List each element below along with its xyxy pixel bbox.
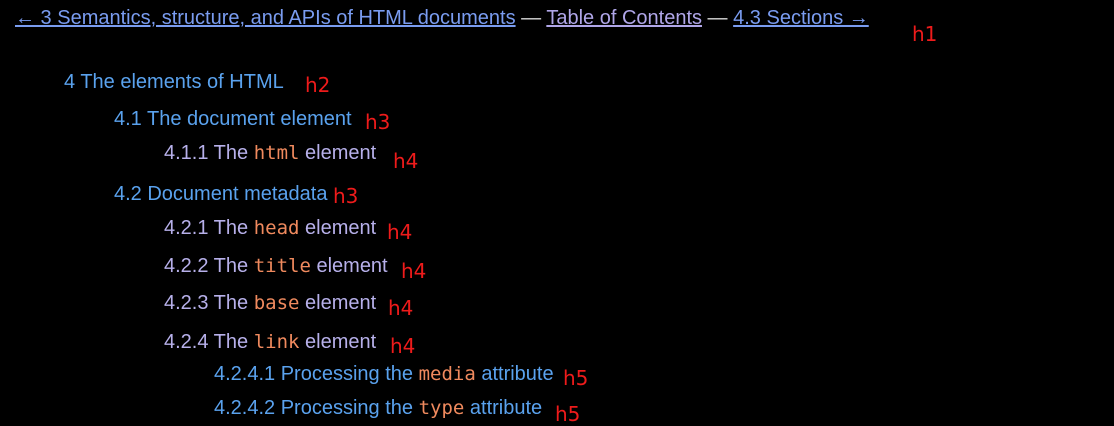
heading-text: element [299, 217, 377, 239]
heading-text: element [310, 255, 388, 277]
heading-4-1-document-element: 4.1 The document element [114, 108, 352, 130]
heading-4-2-4-1-media-attribute: 4.2.4.1 Processing the media attribute [214, 362, 554, 386]
heading-text: attribute [475, 363, 554, 385]
code-element-name: html [253, 142, 300, 164]
next-section-link[interactable]: 4.3 Sections → [733, 7, 869, 29]
heading-level-label-h4: h4 [401, 259, 427, 283]
nav-separator: — [515, 7, 547, 29]
heading-level-label-h4: h4 [393, 149, 419, 173]
heading-level-label-h2: h2 [305, 73, 331, 97]
heading-text: 4.2.2 The [164, 255, 254, 277]
heading-4-2-2-title-element: 4.2.2 The title element [164, 254, 388, 278]
heading-level-label-h4: h4 [390, 334, 416, 358]
code-element-name: link [253, 331, 300, 353]
heading-level-label-h1: h1 [912, 22, 938, 46]
heading-level-label-h3: h3 [333, 184, 359, 208]
page: ← 3 Semantics, structure, and APIs of HT… [0, 0, 1114, 426]
heading-text: 4.2.4 The [164, 331, 254, 353]
heading-4-2-4-link-element: 4.2.4 The link element [164, 330, 376, 354]
heading-text: 4.2.1 The [164, 217, 254, 239]
code-attribute-name: media [418, 363, 476, 385]
heading-level-label-h3: h3 [365, 110, 391, 134]
heading-text: element [299, 331, 377, 353]
heading-text: 4.2.3 The [164, 292, 254, 314]
heading-level-label-h5: h5 [563, 366, 589, 390]
nav-separator: — [702, 7, 734, 29]
heading-text: 4.2.4.1 Processing the [214, 363, 419, 385]
top-navigation: ← 3 Semantics, structure, and APIs of HT… [15, 6, 869, 30]
code-element-name: base [253, 292, 300, 314]
heading-4-1-1-html-element: 4.1.1 The html element [164, 141, 376, 165]
heading-level-label-h4: h4 [387, 220, 413, 244]
heading-level-label-h5: h5 [555, 402, 581, 426]
heading-text: element [299, 142, 377, 164]
heading-4-2-document-metadata: 4.2 Document metadata [114, 183, 328, 205]
heading-text: element [299, 292, 377, 314]
heading-level-label-h4: h4 [388, 296, 414, 320]
heading-4-2-1-head-element: 4.2.1 The head element [164, 216, 376, 240]
heading-text: 4.1.1 The [164, 142, 254, 164]
heading-text: attribute [464, 397, 543, 419]
code-element-name: head [253, 217, 300, 239]
previous-chapter-link[interactable]: ← 3 Semantics, structure, and APIs of HT… [15, 7, 516, 29]
heading-4-2-3-base-element: 4.2.3 The base element [164, 291, 376, 315]
heading-text: 4.2.4.2 Processing the [214, 397, 419, 419]
heading-4-elements-of-html: 4 The elements of HTML [64, 71, 284, 93]
code-element-name: title [253, 255, 311, 277]
table-of-contents-link[interactable]: Table of Contents [546, 7, 702, 29]
heading-4-2-4-2-type-attribute: 4.2.4.2 Processing the type attribute [214, 396, 542, 420]
code-attribute-name: type [418, 397, 465, 419]
